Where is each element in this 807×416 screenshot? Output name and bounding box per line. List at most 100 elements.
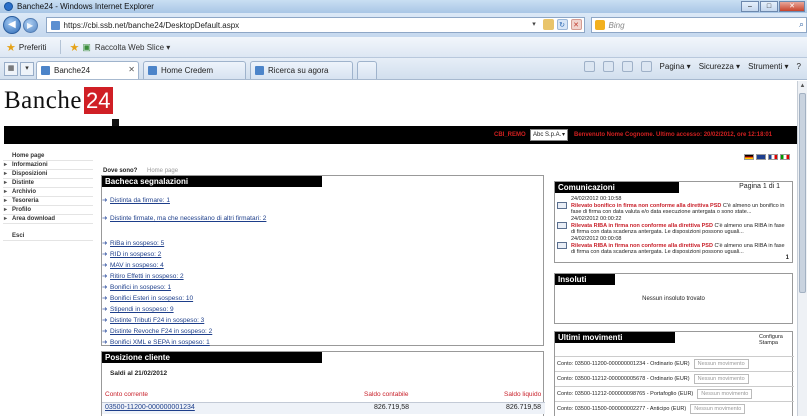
sidebar-item-label: Disposizioni xyxy=(12,171,48,177)
movimenti-conto: Conto: 03500-11500-000000002277 - Antici… xyxy=(557,406,687,412)
add-favorite-icon[interactable]: ★ xyxy=(69,41,79,54)
forward-button[interactable]: ▶ xyxy=(22,17,38,33)
scroll-up-icon[interactable]: ▲ xyxy=(798,81,807,91)
bacheca-link[interactable]: ➜ MAV in sospeso: 4 xyxy=(102,261,164,269)
bacheca-link[interactable]: ➜ Distinte Revoche F24 in sospeso: 2 xyxy=(102,327,212,335)
table-row[interactable]: Conto: 03500-11500-000000002277 - Antici… xyxy=(555,401,794,416)
bacheca-link[interactable]: ➜ RiBa in sospeso: 5 xyxy=(102,239,164,247)
message-item[interactable]: 24/02/2012 00:00:08 Rilevata RIBA in firm… xyxy=(557,236,789,256)
sidebar-item-home-page[interactable]: Home page xyxy=(3,152,93,161)
page-menu[interactable]: Pagina ▾ xyxy=(660,62,691,71)
message-body: Rilevato bonifico in firma non conforme … xyxy=(557,203,789,216)
tab-banche24[interactable]: Banche24 ✕ xyxy=(36,61,139,79)
mail-icon[interactable] xyxy=(621,61,633,72)
flag-de-icon[interactable] xyxy=(744,154,754,160)
movimenti-panel: Ultimi movimenti Configura Stampa Conto:… xyxy=(554,331,794,416)
bacheca-link-label: Bonifici XML e SEPA in sospeso: 1 xyxy=(110,339,210,346)
search-icon[interactable]: ⌕ xyxy=(799,19,804,30)
bacheca-link[interactable]: ➜ RID in sospeso: 2 xyxy=(102,250,161,258)
close-tab-icon[interactable]: ✕ xyxy=(128,65,135,74)
message-item[interactable]: 24/02/2012 00:00:22 Rilevata RIBA in firm… xyxy=(557,216,789,236)
sidebar-item-disposizioni[interactable]: ▸ Disposizioni xyxy=(3,170,93,179)
sidebar-item-informazioni[interactable]: ▸ Informazioni xyxy=(3,161,93,170)
tab-label: Ricerca su agora xyxy=(268,66,329,75)
bacheca-link-label: Ritiro Effetti in sospeso: 2 xyxy=(110,273,184,280)
ie-logo-icon xyxy=(4,2,13,11)
status-badge: Nessun movimento xyxy=(693,374,749,384)
bacheca-link[interactable]: ➜ Distinte firmate, ma che necessitano di… xyxy=(102,214,266,222)
sidebar-item-label: Esci xyxy=(12,233,25,239)
stop-icon[interactable]: ✕ xyxy=(570,19,582,30)
minimize-button[interactable]: – xyxy=(741,1,759,12)
sidebar-item-area-download[interactable]: ▸ Area download xyxy=(3,215,93,224)
back-button[interactable]: ◀ xyxy=(3,16,21,34)
flag-it-icon[interactable] xyxy=(780,154,790,160)
table-row[interactable]: Conto: 03500-11212-000000098765 - Portaf… xyxy=(555,386,794,402)
message-subject[interactable]: Rilevata RIBA in firma non conforme alla… xyxy=(571,223,713,229)
bacheca-link[interactable]: ➜ Distinta da firmare: 1 xyxy=(102,196,170,204)
favorites-star-icon[interactable]: ★ xyxy=(6,41,16,54)
home-icon[interactable] xyxy=(583,61,595,72)
web-slice-gallery-button[interactable]: Raccolta Web Slice ▾ xyxy=(95,43,170,52)
lock-icon[interactable] xyxy=(542,19,554,30)
message-subject[interactable]: Rilevata RIBA in firma non conforme alla… xyxy=(571,243,713,249)
bacheca-link-label: Stipendi in sospeso: 9 xyxy=(110,306,174,313)
help-menu[interactable]: ? xyxy=(797,62,801,71)
print-link[interactable]: Stampa xyxy=(759,340,783,346)
favorites-button[interactable]: Preferiti xyxy=(19,43,47,52)
sidebar-item-tesoreria[interactable]: ▸ Tesoreria xyxy=(3,197,93,206)
bacheca-link[interactable]: ➜ Bonifici in sospeso: 1 xyxy=(102,283,171,291)
bacheca-link[interactable]: ➜ Stipendi in sospeso: 9 xyxy=(102,305,174,313)
message-count: 1 xyxy=(785,255,789,261)
bacheca-link-label: Distinta da firmare: 1 xyxy=(110,197,170,204)
tab-list-icon[interactable]: ▾ xyxy=(20,62,34,76)
feeds-icon[interactable] xyxy=(602,61,614,72)
print-icon[interactable] xyxy=(640,61,652,72)
tab-ricerca-agora[interactable]: Ricerca su agora xyxy=(250,61,353,79)
col-contabile-header: Saldo contabile xyxy=(364,391,409,398)
refresh-icon[interactable]: ↻ xyxy=(556,19,568,30)
sidebar-item-label: Tesoreria xyxy=(12,198,39,204)
breadcrumb-current[interactable]: Home page xyxy=(147,168,178,174)
new-tab-button[interactable] xyxy=(357,61,377,79)
window-titlebar: Banche24 - Windows Internet Explorer – □… xyxy=(0,0,807,13)
table-row[interactable]: Conto: 03500-11212-000000005678 - Ordina… xyxy=(555,371,794,387)
bacheca-link[interactable]: ➜ Bonifici Esteri in sospeso: 10 xyxy=(102,294,193,302)
message-body: Rilevata RIBA in firma non conforme alla… xyxy=(557,223,789,236)
quick-tabs-icon[interactable]: ▦ xyxy=(4,62,18,76)
message-body: Rilevata RIBA in firma non conforme alla… xyxy=(557,243,789,256)
bacheca-link-label: Distinte Tributi F24 in sospeso: 3 xyxy=(110,317,205,324)
bacheca-link[interactable]: ➜ Bonifici XML e SEPA in sospeso: 1 xyxy=(102,338,210,346)
chevron-right-icon: ▸ xyxy=(4,180,8,186)
bacheca-link-label: MAV in sospeso: 4 xyxy=(110,262,164,269)
company-select[interactable]: Abc S.p.A. xyxy=(530,129,568,141)
url-field[interactable]: https://cbi.ssb.net/banche24/DesktopDefa… xyxy=(45,17,585,33)
url-dropdown-icon[interactable]: ▾ xyxy=(529,19,540,30)
sidebar-item-distinte[interactable]: ▸ Distinte xyxy=(3,179,93,188)
sidebar-item-profilo[interactable]: ▸ Profilo xyxy=(3,206,93,215)
search-input[interactable]: Bing ⌕ xyxy=(590,17,807,33)
tools-menu[interactable]: Strumenti ▾ xyxy=(748,62,788,71)
page-content: Banche 24 CBI_REMO Abc S.p.A. Benvenuto … xyxy=(0,81,797,416)
flag-uk-icon[interactable] xyxy=(756,154,766,160)
vertical-scrollbar[interactable]: ▲ xyxy=(797,81,807,416)
chevron-right-icon: ▸ xyxy=(4,198,8,204)
bacheca-link[interactable]: ➜ Ritiro Effetti in sospeso: 2 xyxy=(102,272,184,280)
sidebar-item-archivio[interactable]: ▸ Archivio xyxy=(3,188,93,197)
conto-link[interactable]: 03500-11200-000000001234 xyxy=(105,404,195,411)
close-window-button[interactable]: ✕ xyxy=(779,1,805,12)
bacheca-link[interactable]: ➜ Distinte Tributi F24 in sospeso: 3 xyxy=(102,316,204,324)
maximize-button[interactable]: □ xyxy=(760,1,778,12)
banche24-logo[interactable]: Banche 24 xyxy=(4,87,120,126)
table-row[interactable]: Conto: 03500-11200-000000001234 - Ordina… xyxy=(555,356,794,372)
breadcrumb: Dove sono? Home page xyxy=(103,168,178,174)
tab-home-credem[interactable]: Home Credem xyxy=(143,61,246,79)
welcome-text: Benvenuto Nome Cognome. Ultimo accesso: … xyxy=(574,132,773,138)
message-subject[interactable]: Rilevato bonifico in firma non conforme … xyxy=(571,203,721,209)
sidebar-item-esci[interactable]: Esci xyxy=(3,232,93,241)
flag-fr-icon[interactable] xyxy=(768,154,778,160)
security-menu[interactable]: Sicurezza ▾ xyxy=(699,62,740,71)
scroll-thumb[interactable] xyxy=(799,93,806,293)
pagination-label: Pagina 1 di 1 xyxy=(739,183,780,190)
message-item[interactable]: 24/02/2012 00:10:58 Rilevato bonifico in … xyxy=(557,196,789,216)
